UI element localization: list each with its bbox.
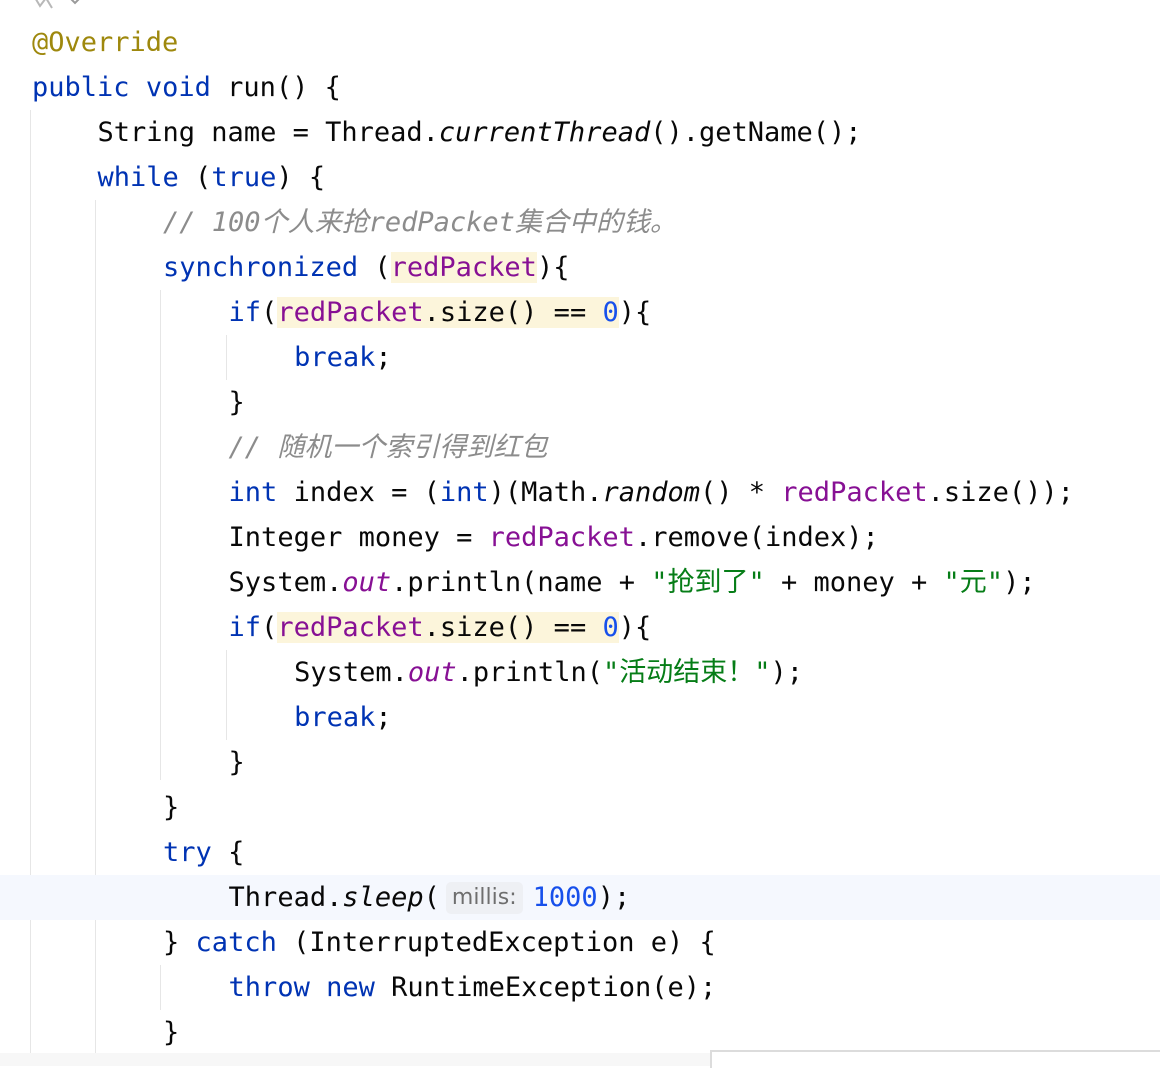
code-token: );: [1003, 567, 1036, 598]
code-token: Thread.: [228, 882, 343, 913]
code-token: synchronized: [163, 252, 359, 283]
code-token: int: [439, 477, 489, 508]
code-token: redPacket: [781, 477, 928, 508]
code-token: break: [294, 342, 376, 373]
code-token: break: [294, 702, 376, 733]
code-token: index = (: [277, 477, 440, 508]
code-token: try: [163, 837, 212, 868]
indent-guide: [160, 965, 161, 1010]
code-token: "元": [943, 567, 1004, 598]
code-token: @Override: [32, 27, 179, 58]
parameter-hint: millis:: [445, 882, 523, 914]
code-token: if: [228, 297, 262, 328]
code-token: Integer money =: [228, 522, 489, 553]
code-token: 0: [602, 297, 619, 328]
code-token: System.: [294, 657, 408, 688]
code-token: .println(: [456, 657, 603, 688]
code-token: currentThread: [438, 117, 651, 148]
code-token: ;: [375, 702, 392, 733]
code-token: (: [423, 882, 440, 913]
code-token: }: [228, 387, 245, 418]
code-token: (InterruptedException e) {: [276, 927, 716, 958]
code-token: random: [602, 477, 701, 508]
code-token: int: [228, 477, 278, 508]
code-token: + money +: [764, 567, 944, 598]
code-token: (: [261, 612, 278, 643]
indent-guide: [95, 200, 96, 1055]
code-token: run() {: [210, 72, 341, 103]
code-token: ){: [536, 252, 570, 283]
code-token: )(Math.: [488, 477, 603, 508]
code-token: ){: [618, 297, 652, 328]
code-token: .remove(index);: [634, 522, 879, 553]
code-token: }: [163, 792, 180, 823]
code-token: (: [261, 297, 278, 328]
code-token: (: [178, 162, 212, 193]
code-token: ().getName();: [650, 117, 862, 148]
bottom-panel-edge: [710, 1050, 1160, 1068]
code-token: );: [770, 657, 803, 688]
code-token: .size());: [927, 477, 1074, 508]
indent-guide: [226, 335, 227, 380]
code-token: redPacket: [277, 297, 424, 328]
code-token: System.: [228, 567, 343, 598]
code-token: }: [163, 1017, 180, 1048]
code-token: .println(name +: [391, 567, 652, 598]
code-token: sleep: [342, 882, 424, 913]
code-token: 0: [602, 612, 619, 643]
code-token: new: [326, 972, 375, 1003]
ai-assistant-icon[interactable]: [30, 0, 90, 16]
code-token: }: [163, 927, 180, 958]
code-token: {: [211, 837, 245, 868]
code-token: // 随机一个索引得到红包: [228, 432, 548, 463]
code-token: while: [97, 162, 179, 193]
code-token: if: [228, 612, 262, 643]
code-token: "抢到了": [651, 567, 765, 598]
code-token: .size() ==: [423, 297, 603, 328]
code-token: true: [211, 162, 277, 193]
code-token: "活动结束！": [602, 657, 771, 688]
code-token: String name = Thread.: [97, 117, 439, 148]
code-token: RuntimeException(e);: [374, 972, 717, 1003]
code-token: (: [358, 252, 391, 283]
indent-guide: [226, 650, 227, 740]
indent-guide: [160, 290, 161, 780]
code-token: ) {: [276, 162, 326, 193]
code-token: 1000: [532, 882, 598, 913]
code-token: ;: [375, 342, 392, 373]
code-token: public: [32, 72, 130, 103]
code-editor[interactable]: @Override public void run() { String name …: [0, 0, 1160, 1068]
code-token: () *: [700, 477, 782, 508]
code-token: out: [407, 657, 457, 688]
code-token: ){: [618, 612, 652, 643]
code-token: void: [145, 72, 211, 103]
code-token: catch: [179, 927, 277, 958]
code-token: throw: [228, 972, 310, 1003]
code-token: }: [228, 747, 245, 778]
code-token: .size() ==: [423, 612, 603, 643]
code-token: redPacket: [390, 252, 537, 283]
code-token: out: [342, 567, 392, 598]
code-token: );: [597, 882, 631, 913]
code-token: redPacket: [488, 522, 635, 553]
code-token: // 100个人来抢redPacket集合中的钱。: [163, 207, 677, 238]
code-token: redPacket: [277, 612, 424, 643]
current-code-line[interactable]: Thread.sleep(millis: 1000);: [0, 875, 1160, 920]
